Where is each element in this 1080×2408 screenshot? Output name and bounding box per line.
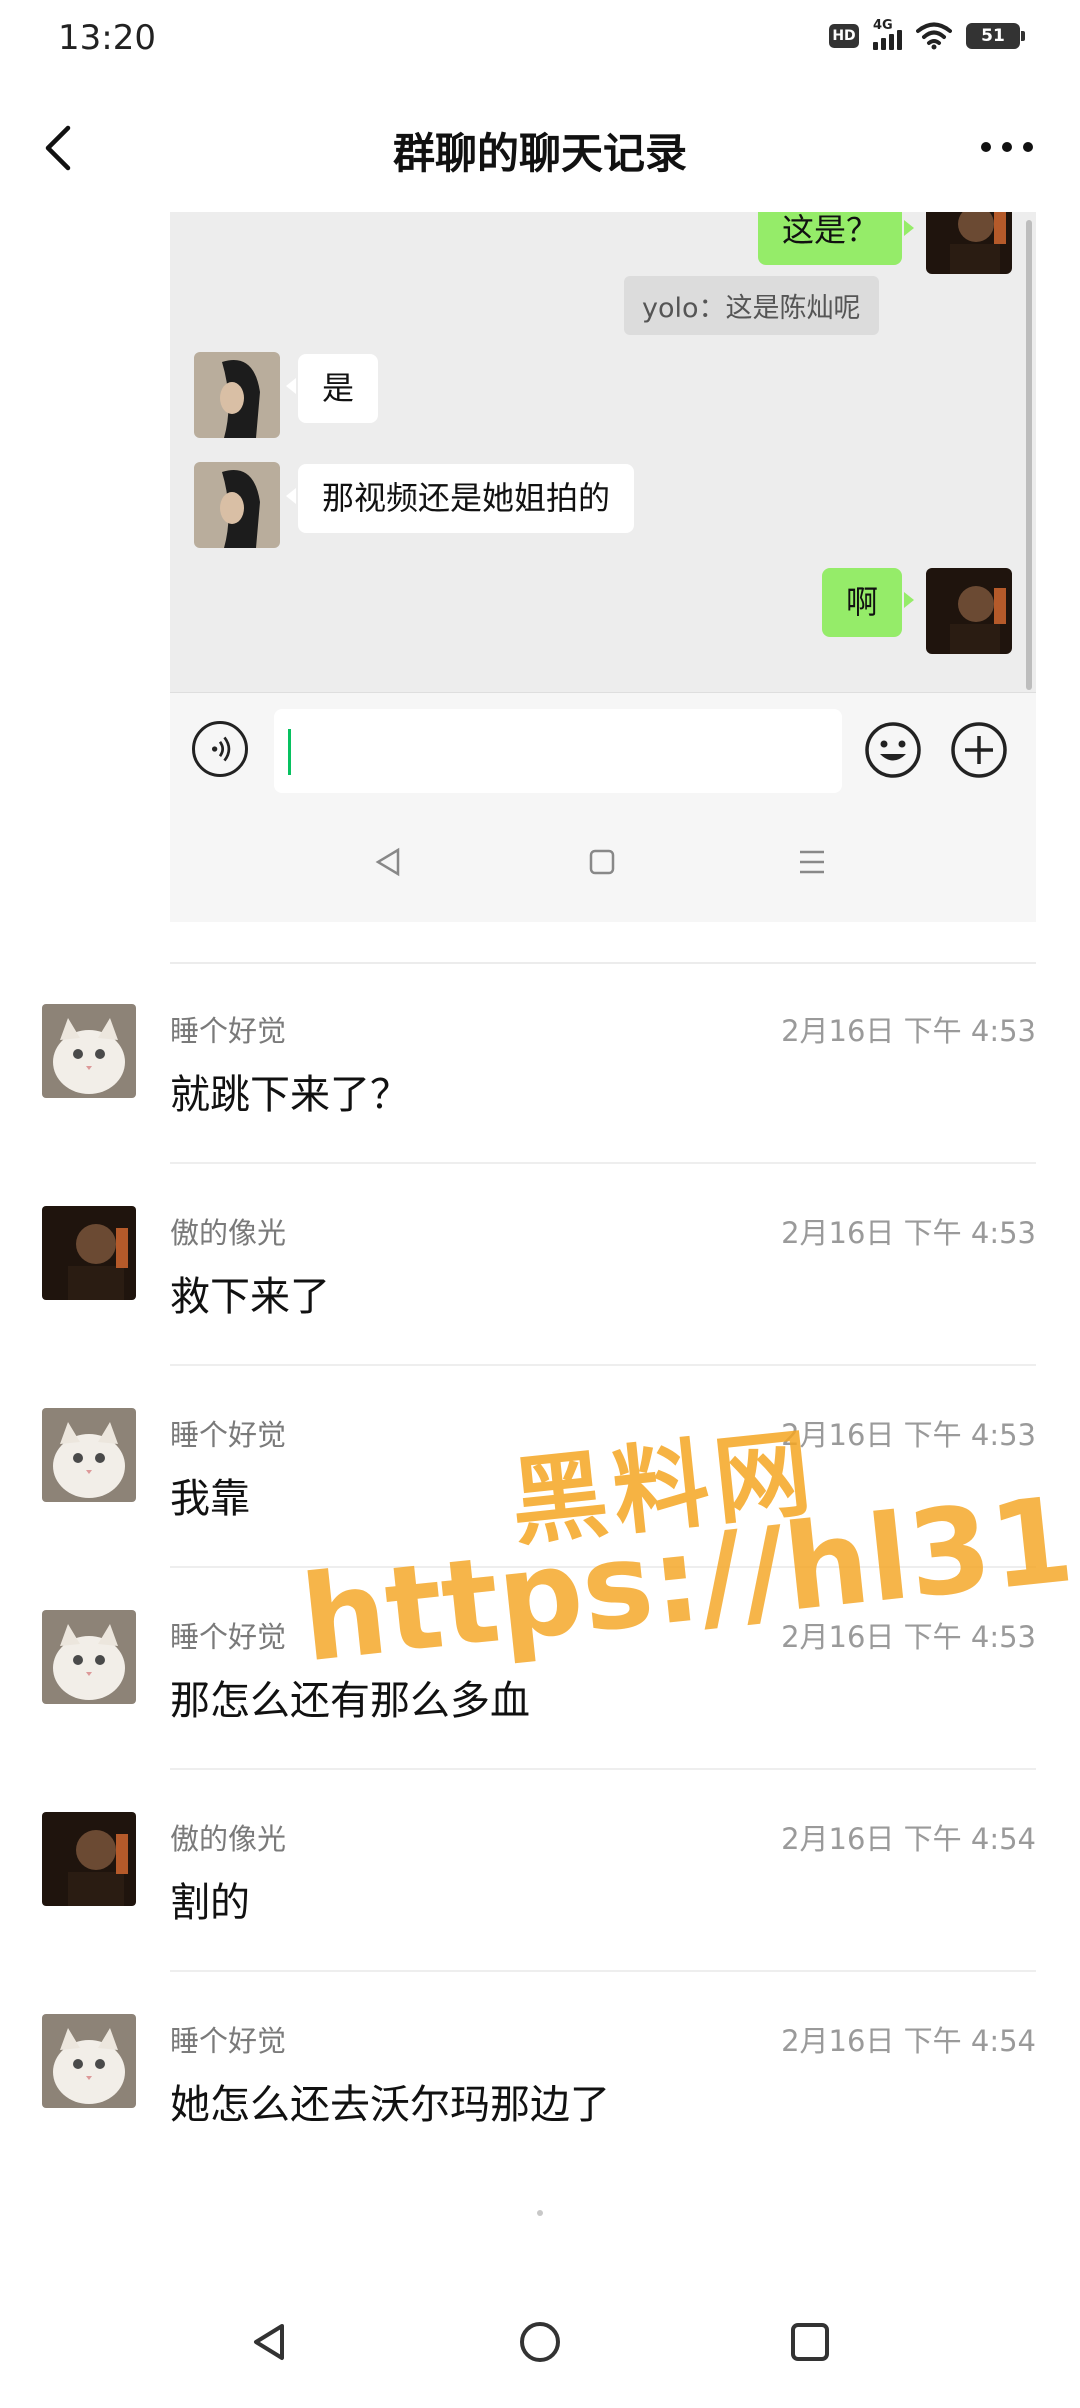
sender-name: 睡个好觉 (170, 2024, 287, 2058)
message-time: 2月16日 下午 4:53 (781, 1014, 1036, 1048)
nav-home-icon[interactable] (584, 844, 620, 880)
header: 群聊的聊天记录 (0, 100, 1080, 200)
man-avatar (926, 212, 1012, 274)
message-text: 割的 (170, 1880, 250, 1926)
cat-avatar[interactable] (42, 2014, 136, 2108)
list-item[interactable]: 傲的像光 2月16日 下午 4:54 割的 (0, 1770, 1080, 1972)
message-text: 救下来了 (170, 1274, 330, 1320)
message-time: 2月16日 下午 4:53 (781, 1216, 1036, 1250)
status-time: 13:20 (58, 18, 156, 58)
chat-bubble-right: 啊 (821, 568, 915, 637)
woman-avatar (194, 462, 280, 548)
woman-avatar (194, 352, 280, 438)
sender-name: 睡个好觉 (170, 1014, 287, 1048)
nav-recents-icon[interactable] (780, 2312, 840, 2372)
message-input[interactable] (274, 709, 842, 793)
message-time: 2月16日 下午 4:54 (781, 1822, 1036, 1856)
message-text: 那怎么还有那么多血 (170, 1678, 530, 1724)
more-options-icon[interactable] (972, 122, 1042, 172)
embedded-input-bar (170, 692, 1036, 803)
emoji-icon[interactable] (864, 721, 922, 779)
system-note: yolo：这是陈灿呢 (624, 276, 879, 335)
man-avatar[interactable] (42, 1206, 136, 1300)
message-time: 2月16日 下午 4:53 (781, 1418, 1036, 1452)
wifi-icon (916, 22, 952, 50)
scrollbar[interactable] (1026, 220, 1032, 690)
sender-name: 睡个好觉 (170, 1620, 287, 1654)
message-text: 我靠 (170, 1476, 250, 1522)
message-text: 她怎么还去沃尔玛那边了 (170, 2082, 610, 2128)
cellular-signal-icon: 4G (873, 18, 902, 50)
system-nav-bar (0, 2290, 1080, 2408)
hd-icon: HD (829, 24, 859, 48)
plus-icon[interactable] (950, 721, 1008, 779)
list-item[interactable]: 睡个好觉 2月16日 下午 4:53 就跳下来了？ (0, 962, 1080, 1164)
nav-menu-icon[interactable] (794, 844, 830, 880)
message-time: 2月16日 下午 4:53 (781, 1620, 1036, 1654)
sender-name: 傲的像光 (170, 1216, 287, 1250)
text-caret (288, 729, 291, 775)
page-indicator (537, 2210, 543, 2216)
list-item[interactable]: 睡个好觉 2月16日 下午 4:53 那怎么还有那么多血 (0, 1568, 1080, 1770)
man-avatar (926, 568, 1012, 654)
list-item[interactable]: 睡个好觉 2月16日 下午 4:53 我靠 (0, 1366, 1080, 1568)
chat-bubble-right: 这是？ (757, 212, 915, 265)
battery-icon: 51 (966, 23, 1025, 49)
cat-avatar[interactable] (42, 1004, 136, 1098)
sender-name: 睡个好觉 (170, 1418, 287, 1452)
status-icons: HD 4G 51 (829, 18, 1025, 50)
cat-avatar[interactable] (42, 1408, 136, 1502)
list-item[interactable]: 傲的像光 2月16日 下午 4:53 救下来了 (0, 1164, 1080, 1366)
list-item[interactable]: 睡个好觉 2月16日 下午 4:54 她怎么还去沃尔玛那边了 (0, 1972, 1080, 2174)
nav-back-icon[interactable] (370, 844, 406, 880)
sender-name: 傲的像光 (170, 1822, 287, 1856)
chat-bubble-left: 是 (285, 354, 379, 423)
chat-bubble-left: 那视频还是她姐拍的 (285, 464, 635, 533)
network-type: 4G (873, 18, 893, 33)
message-text: 就跳下来了？ (170, 1072, 410, 1118)
embedded-chat-area: 这是？ yolo：这是陈灿呢 是 那视频还是她姐拍的 啊 (170, 212, 1036, 692)
page-title: 群聊的聊天记录 (392, 129, 687, 178)
embedded-nav-bar (170, 802, 1036, 922)
embedded-chat-screenshot[interactable]: 这是？ yolo：这是陈灿呢 是 那视频还是她姐拍的 啊 (170, 212, 1036, 922)
man-avatar[interactable] (42, 1812, 136, 1906)
message-time: 2月16日 下午 4:54 (781, 2024, 1036, 2058)
status-bar: 13:20 HD 4G 51 (0, 0, 1080, 80)
nav-back-icon[interactable] (240, 2312, 300, 2372)
voice-icon[interactable] (192, 721, 248, 777)
nav-home-icon[interactable] (510, 2312, 570, 2372)
cat-avatar[interactable] (42, 1610, 136, 1704)
